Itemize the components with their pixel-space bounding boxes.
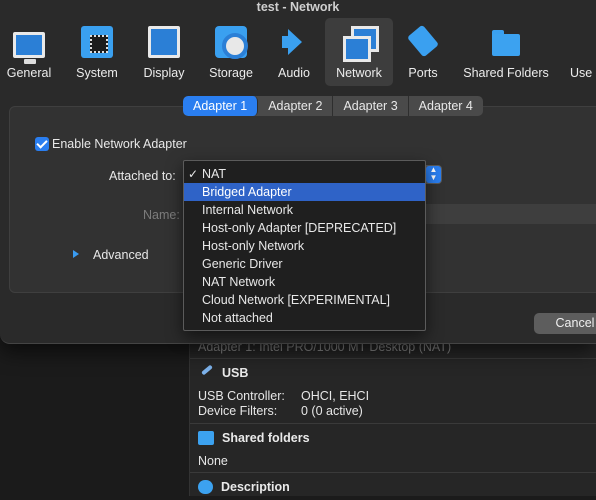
cancel-button[interactable]: Cancel: [534, 313, 596, 334]
menu-item-generic-driver[interactable]: Generic Driver: [184, 255, 425, 273]
menu-item-bridged-adapter[interactable]: Bridged Adapter: [184, 183, 425, 201]
shared-folders-value: None: [198, 454, 228, 468]
usb-icon: [198, 366, 214, 380]
name-label: Name:: [143, 208, 180, 222]
checkmark-icon: ✓: [188, 167, 199, 181]
description-title: Description: [221, 479, 290, 494]
attached-to-label: Attached to:: [109, 169, 176, 183]
chip-icon: [81, 26, 113, 58]
shared-folders-title: Shared folders: [222, 430, 310, 445]
display-icon: [148, 26, 180, 58]
speaker-icon: [278, 26, 310, 58]
disclosure-triangle-icon[interactable]: [73, 250, 79, 258]
toolbar-display[interactable]: Display: [137, 18, 191, 86]
adapter-tabs: Adapter 1 Adapter 2 Adapter 3 Adapter 4: [183, 96, 483, 116]
advanced-toggle[interactable]: Advanced: [93, 248, 149, 262]
menu-item-host-only-network[interactable]: Host-only Network: [184, 237, 425, 255]
window-title: test - Network: [256, 0, 340, 14]
enable-adapter-label: Enable Network Adapter: [52, 137, 187, 151]
toolbar-general[interactable]: General: [0, 18, 58, 86]
usb-controller-label: USB Controller:: [198, 389, 285, 403]
device-filters-label: Device Filters:: [198, 404, 278, 418]
toolbar-network[interactable]: Network: [325, 18, 393, 86]
port-icon: [407, 26, 439, 58]
toolbar-audio[interactable]: Audio: [268, 18, 320, 86]
tab-adapter-2[interactable]: Adapter 2: [258, 96, 334, 116]
usb-section-title: USB: [222, 365, 249, 380]
monitor-icon: [13, 32, 45, 64]
description-icon: [198, 479, 213, 494]
menu-item-cloud-network[interactable]: Cloud Network [EXPERIMENTAL]: [184, 291, 425, 309]
network-icon: [343, 26, 379, 62]
device-filters-value: 0 (0 active): [301, 404, 363, 418]
toolbar-ports[interactable]: Ports: [398, 18, 448, 86]
enable-adapter-checkbox[interactable]: [35, 137, 49, 151]
toolbar-shared-folders[interactable]: Shared Folders: [456, 18, 556, 86]
usb-controller-value: OHCI, EHCI: [301, 389, 370, 403]
shared-folder-icon: [198, 430, 214, 445]
tab-adapter-3[interactable]: Adapter 3: [333, 96, 409, 116]
usb-section-header[interactable]: USB: [190, 358, 596, 386]
menu-item-internal-network[interactable]: Internal Network: [184, 201, 425, 219]
shared-folders-section-header[interactable]: Shared folders: [190, 423, 596, 451]
tab-adapter-1[interactable]: Adapter 1: [183, 96, 259, 116]
disk-icon: [215, 26, 248, 59]
toolbar-system[interactable]: System: [70, 18, 124, 86]
toolbar-storage[interactable]: Storage: [204, 18, 258, 86]
toolbar-user-interface[interactable]: Use: [570, 18, 596, 86]
chevron-updown-icon[interactable]: ▲ ▼: [426, 166, 441, 183]
menu-item-nat[interactable]: ✓ NAT: [184, 165, 425, 183]
folder-icon: [490, 26, 522, 58]
menu-item-host-only-adapter[interactable]: Host-only Adapter [DEPRECATED]: [184, 219, 425, 237]
attached-to-dropdown-menu: ✓ NAT Bridged Adapter Internal Network H…: [183, 160, 426, 331]
settings-toolbar: General System Display Storage Audio Net…: [0, 18, 596, 90]
menu-item-nat-network[interactable]: NAT Network: [184, 273, 425, 291]
network-settings-dialog: test - Network General System Display St…: [0, 0, 596, 344]
menu-item-not-attached[interactable]: Not attached: [184, 309, 425, 327]
tab-adapter-4[interactable]: Adapter 4: [409, 96, 483, 116]
user-icon: [570, 26, 596, 58]
